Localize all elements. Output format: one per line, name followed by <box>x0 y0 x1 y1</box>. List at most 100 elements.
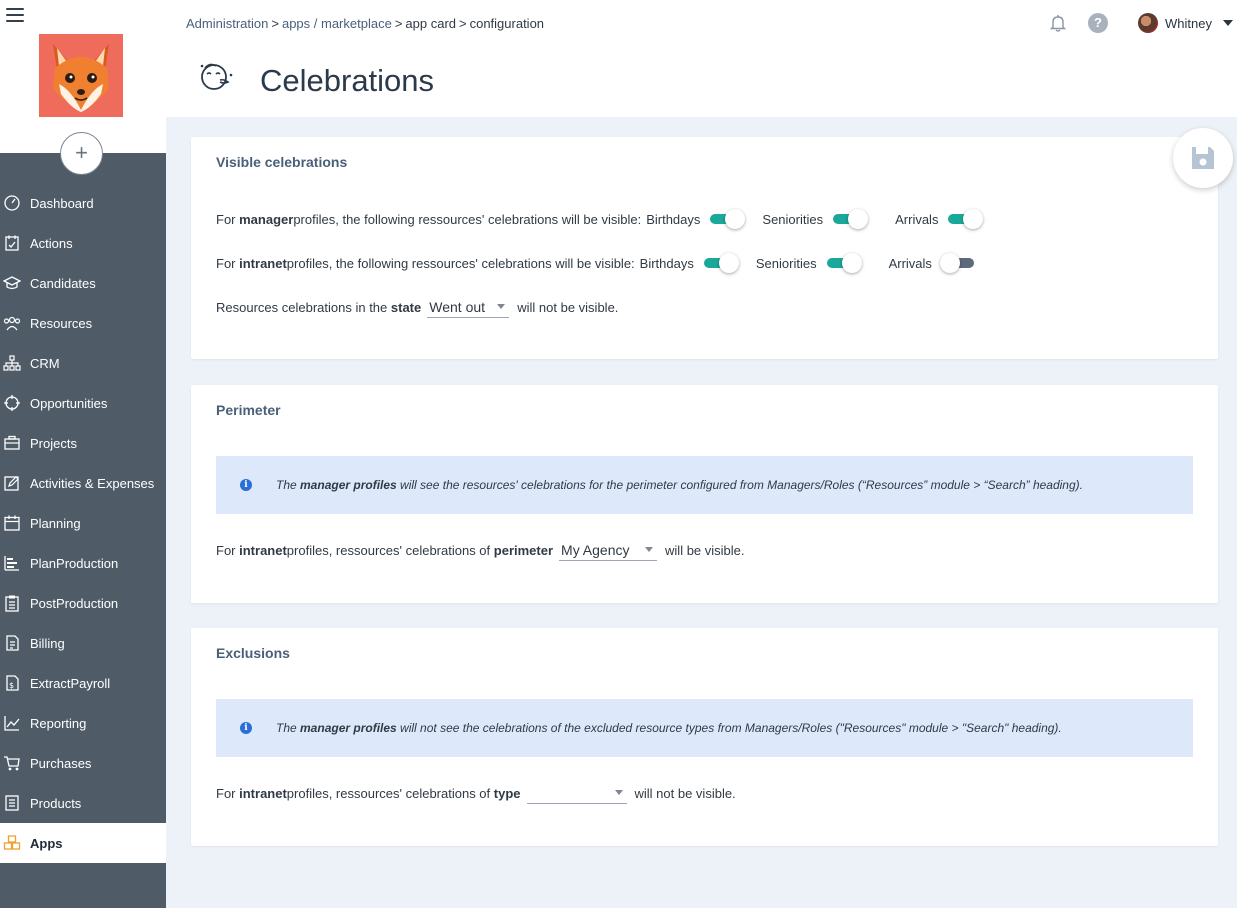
chevron-down-icon <box>614 790 623 795</box>
row-text-bold: intranet <box>239 542 287 558</box>
row-text-bold: state <box>390 299 422 315</box>
state-row: Resources celebrations in the state Went… <box>216 296 618 318</box>
chevron-down-icon <box>497 304 506 309</box>
sidebar-item-label: CRM <box>30 355 60 371</box>
state-select[interactable]: Went out <box>427 296 510 318</box>
manager-seniorities-toggle[interactable] <box>833 209 869 229</box>
sidebar-item-label: Activities & Expenses <box>30 475 155 491</box>
user-menu[interactable]: Whitney <box>1138 13 1233 33</box>
birthdays-label: Birthdays <box>639 255 694 271</box>
clipboard-icon <box>0 594 30 612</box>
perimeter-row: For intranet profiles, ressources' celeb… <box>216 539 745 561</box>
sidebar-item-label: Reporting <box>30 715 87 731</box>
arrivals-label: Arrivals <box>888 255 932 271</box>
info-icon: i <box>240 722 252 734</box>
menu-icon[interactable] <box>6 8 24 24</box>
sidebar-item-actions[interactable]: Actions <box>0 223 166 263</box>
book-icon <box>0 794 30 812</box>
floppy-disk-icon <box>1192 147 1214 169</box>
perimeter-select[interactable]: My Agency <box>559 539 658 561</box>
perimeter-select-value: My Agency <box>561 541 630 558</box>
sidebar-item-dashboard[interactable]: Dashboard <box>0 183 166 223</box>
svg-text:$: $ <box>9 681 14 690</box>
help-icon[interactable]: ? <box>1088 13 1108 33</box>
save-button[interactable] <box>1173 128 1233 188</box>
row-text-bold: manager <box>239 211 294 227</box>
gantt-icon <box>0 554 30 572</box>
row-text: For <box>216 785 236 801</box>
perimeter-card: Perimeter i The manager profiles will se… <box>191 385 1218 603</box>
type-select[interactable] <box>526 782 627 804</box>
add-button[interactable]: + <box>60 132 103 175</box>
sidebar-item-reporting[interactable]: Reporting <box>0 703 166 743</box>
cubes-icon <box>0 834 30 852</box>
breadcrumb: Administration > apps / marketplace > app ca… <box>186 16 544 31</box>
row-text: Resources celebrations in the <box>216 299 388 315</box>
state-select-value: Went out <box>429 298 486 315</box>
breadcrumb-separator: > <box>271 16 279 31</box>
intranet-arrivals-toggle[interactable] <box>939 253 978 273</box>
sidebar-item-label: ExtractPayroll <box>30 675 111 691</box>
manager-arrivals-toggle[interactable] <box>948 209 984 229</box>
bell-icon[interactable] <box>1048 13 1068 33</box>
page-header: Administration > apps / marketplace > app ca… <box>166 0 1237 117</box>
row-text-bold: intranet <box>239 785 287 801</box>
sidebar-item-label: PostProduction <box>30 595 119 611</box>
card-title: Exclusions <box>216 645 290 661</box>
sidebar-item-projects[interactable]: Projects <box>0 423 166 463</box>
payroll-icon: $ <box>0 674 30 692</box>
sidebar-item-crm[interactable]: CRM <box>0 343 166 383</box>
sidebar-item-planning[interactable]: Planning <box>0 503 166 543</box>
row-text-bold: intranet <box>239 255 287 271</box>
edit-icon <box>0 474 30 492</box>
sidebar-item-postproduction[interactable]: PostProduction <box>0 583 166 623</box>
row-text-bold: perimeter <box>493 542 554 558</box>
manager-birthdays-toggle[interactable] <box>710 209 746 229</box>
sitemap-icon <box>0 354 30 372</box>
sidebar-item-opportunities[interactable]: Opportunities <box>0 383 166 423</box>
sidebar-item-products[interactable]: Products <box>0 783 166 823</box>
sidebar-item-label: Planning <box>30 515 81 531</box>
sidebar-item-label: Products <box>30 795 82 811</box>
briefcase-icon <box>0 434 30 452</box>
cart-icon <box>0 754 30 772</box>
sidebar-item-label: Dashboard <box>30 195 94 211</box>
invoice-icon <box>0 634 30 652</box>
row-text: profiles, the following ressources' cele… <box>293 211 642 227</box>
sidebar-item-extractpayroll[interactable]: $ ExtractPayroll <box>0 663 166 703</box>
party-face-icon <box>196 60 236 94</box>
breadcrumb-separator: > <box>394 16 403 31</box>
exclusions-row: For intranet profiles, ressources' celeb… <box>216 782 736 804</box>
perimeter-info-banner: i The manager profiles will see the reso… <box>216 456 1193 514</box>
breadcrumb-apps[interactable]: apps / marketplace <box>282 16 392 31</box>
info-text: The manager profiles will see the resour… <box>276 478 1083 492</box>
sidebar-item-billing[interactable]: Billing <box>0 623 166 663</box>
dashboard-icon <box>0 194 30 212</box>
sidebar-item-purchases[interactable]: Purchases <box>0 743 166 783</box>
seniorities-label: Seniorities <box>762 211 824 227</box>
avatar <box>1138 13 1158 33</box>
sidebar-item-resources[interactable]: Resources <box>0 303 166 343</box>
breadcrumb-administration[interactable]: Administration <box>186 16 268 31</box>
sidebar-item-planproduction[interactable]: PlanProduction <box>0 543 166 583</box>
row-text: For <box>216 211 236 227</box>
intranet-birthdays-toggle[interactable] <box>703 253 740 273</box>
user-name: Whitney <box>1165 15 1212 31</box>
info-icon: i <box>240 479 252 491</box>
sidebar-item-activities-expenses[interactable]: Activities & Expenses <box>0 463 166 503</box>
sidebar-item-candidates[interactable]: Candidates <box>0 263 166 303</box>
sidebar-item-apps[interactable]: Apps <box>0 823 166 863</box>
card-title: Visible celebrations <box>216 154 348 170</box>
chart-icon <box>0 714 30 732</box>
sidebar-item-label: Candidates <box>30 275 96 291</box>
intranet-seniorities-toggle[interactable] <box>826 253 863 273</box>
breadcrumb-app-card[interactable]: app card <box>405 16 456 31</box>
row-text: For <box>216 542 236 558</box>
arrivals-label: Arrivals <box>895 211 939 227</box>
page-title: Celebrations <box>260 63 435 98</box>
row-text: will be visible. <box>665 542 745 558</box>
birthdays-label: Birthdays <box>646 211 701 227</box>
graduation-cap-icon <box>0 274 30 292</box>
info-text: The manager profiles will not see the ce… <box>276 721 1062 735</box>
intranet-celebrations-row: For intranet profiles, the following res… <box>216 253 994 273</box>
